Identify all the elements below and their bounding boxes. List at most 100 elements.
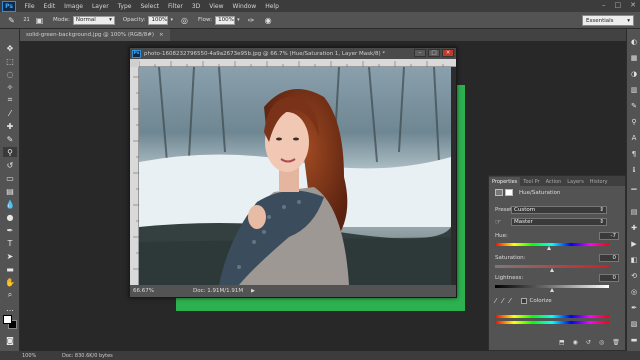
- hue-slider-thumb[interactable]: [547, 246, 552, 250]
- clone-source-panel-icon[interactable]: ⚲: [629, 117, 639, 127]
- channels-panel-icon[interactable]: ◎: [629, 287, 639, 297]
- lasso-tool-icon[interactable]: ◌: [3, 69, 17, 79]
- tab-history[interactable]: History: [587, 177, 611, 186]
- quick-mask-icon[interactable]: ◙: [3, 335, 17, 345]
- menu-edit[interactable]: Edit: [39, 3, 60, 10]
- shape-tool-icon[interactable]: ▬: [3, 264, 17, 274]
- menu-layer[interactable]: Layer: [87, 3, 113, 10]
- hue-value-field[interactable]: -7: [599, 232, 619, 240]
- photo-document-window[interactable]: Ps photo-1608232796550-4a9a2673e95b.jpg …: [129, 47, 457, 298]
- menu-image[interactable]: Image: [60, 3, 88, 10]
- paragraph-panel-icon[interactable]: ¶: [629, 149, 639, 159]
- brush-panel-icon[interactable]: ▣: [34, 15, 45, 26]
- view-previous-icon[interactable]: ◉: [573, 339, 578, 346]
- tab-layers[interactable]: Layers: [564, 177, 587, 186]
- menu-file[interactable]: File: [20, 3, 39, 10]
- saturation-value-field[interactable]: 0: [599, 254, 619, 262]
- hue-slider-track[interactable]: [495, 243, 609, 246]
- minimize-icon[interactable]: –: [602, 1, 606, 9]
- quick-select-tool-icon[interactable]: ✧: [3, 82, 17, 92]
- type-tool-icon[interactable]: T: [3, 238, 17, 248]
- photo-canvas[interactable]: [139, 67, 451, 285]
- pressure-size-icon[interactable]: ◉: [263, 15, 274, 26]
- document-tab[interactable]: solid-green-background.jpg @ 100% (RGB/8…: [20, 29, 170, 41]
- lightness-slider-thumb[interactable]: [549, 288, 554, 292]
- eyedropper-tool-icon[interactable]: ⁄: [3, 108, 17, 118]
- maximize-icon[interactable]: □: [615, 1, 622, 9]
- saturation-slider-thumb[interactable]: [549, 268, 554, 272]
- menu-select[interactable]: Select: [136, 3, 164, 10]
- workspace-dropdown[interactable]: Essentials ▾: [582, 15, 634, 26]
- layer-mask-icon[interactable]: [505, 189, 513, 196]
- path-selection-tool-icon[interactable]: ➤: [3, 251, 17, 261]
- colorize-checkbox[interactable]: [520, 298, 527, 304]
- zoom-tool-icon[interactable]: ⌕: [3, 290, 17, 300]
- adjustments-panel-icon[interactable]: ◑: [629, 69, 639, 79]
- foreground-color-swatch[interactable]: [3, 315, 12, 324]
- channel-dropdown[interactable]: Master ⇕: [511, 218, 607, 226]
- brush-tool-icon[interactable]: ✎: [3, 134, 17, 144]
- status-menu-arrow-icon[interactable]: ▶: [251, 288, 255, 294]
- tab-properties[interactable]: Properties: [489, 177, 521, 186]
- pressure-opacity-icon[interactable]: ◎: [179, 15, 190, 26]
- chevron-down-icon[interactable]: ▾: [170, 17, 173, 23]
- paths-panel-icon[interactable]: ✒: [629, 303, 639, 313]
- mode-dropdown[interactable]: Normal ▾: [72, 15, 115, 25]
- lightness-value-field[interactable]: 0: [599, 274, 619, 282]
- brush-size-label[interactable]: 21: [21, 15, 32, 26]
- gradient-tool-icon[interactable]: ▤: [3, 186, 17, 196]
- maximize-icon[interactable]: □: [428, 49, 440, 57]
- photo-window-titlebar[interactable]: Ps photo-1608232796550-4a9a2673e95b.jpg …: [130, 48, 456, 59]
- history-brush-tool-icon[interactable]: ↺: [3, 160, 17, 170]
- menu-3d[interactable]: 3D: [187, 3, 204, 10]
- opacity-field[interactable]: 100%: [148, 15, 169, 25]
- styles-panel-icon[interactable]: ▥: [629, 85, 639, 95]
- flow-field[interactable]: 100%: [215, 15, 236, 25]
- eyedropper-minus-icon[interactable]: ⁄: [509, 297, 510, 305]
- character-panel-icon[interactable]: A: [629, 133, 639, 143]
- pen-tool-icon[interactable]: ✒: [3, 225, 17, 235]
- tool-presets-panel-icon[interactable]: ✚: [629, 223, 639, 233]
- actions-panel-icon[interactable]: ▶: [629, 239, 639, 249]
- timeline-panel-icon[interactable]: ▬: [629, 335, 639, 345]
- tab-actions[interactable]: Action: [543, 177, 565, 186]
- histogram-panel-icon[interactable]: ▁: [629, 181, 639, 191]
- close-icon[interactable]: ×: [159, 32, 164, 38]
- visibility-eye-icon[interactable]: ◎: [599, 339, 604, 346]
- properties-panel-icon[interactable]: ▤: [629, 207, 639, 217]
- menu-help[interactable]: Help: [261, 3, 284, 10]
- history-panel-icon[interactable]: ⟲: [629, 271, 639, 281]
- targeted-adjustment-icon[interactable]: ☞: [495, 218, 511, 226]
- minimize-icon[interactable]: –: [414, 49, 426, 57]
- brush-panel-icon[interactable]: ✎: [629, 101, 639, 111]
- eyedropper-plus-icon[interactable]: ⁄: [502, 297, 503, 305]
- color-panel-icon[interactable]: ◐: [629, 37, 639, 47]
- close-icon[interactable]: ✕: [630, 1, 636, 9]
- clone-stamp-tool-icon[interactable]: ⚲: [3, 147, 17, 157]
- brush-tool-icon[interactable]: ✎: [6, 15, 17, 26]
- menu-window[interactable]: Window: [228, 3, 261, 10]
- crop-tool-icon[interactable]: ⌗: [3, 95, 17, 105]
- blur-tool-icon[interactable]: 💧: [3, 199, 17, 209]
- vertical-ruler[interactable]: [130, 67, 139, 285]
- swatches-panel-icon[interactable]: ▦: [629, 53, 639, 63]
- move-tool-icon[interactable]: ✥: [3, 43, 17, 53]
- healing-brush-tool-icon[interactable]: ✚: [3, 121, 17, 131]
- close-icon[interactable]: ✕: [442, 49, 454, 57]
- preset-dropdown[interactable]: Custom ⇕: [511, 206, 607, 214]
- horizontal-ruler[interactable]: [138, 59, 456, 67]
- layers-panel-icon[interactable]: ◧: [629, 255, 639, 265]
- menu-filter[interactable]: Filter: [164, 3, 188, 10]
- zoom-level[interactable]: 66.67%: [133, 288, 173, 294]
- eraser-tool-icon[interactable]: ▭: [3, 173, 17, 183]
- trash-icon[interactable]: 🗑: [612, 339, 620, 346]
- tab-tool-presets[interactable]: Tool Pr: [520, 177, 542, 186]
- status-zoom[interactable]: 100%: [22, 353, 62, 359]
- info-panel-icon[interactable]: ℹ: [629, 165, 639, 175]
- menu-view[interactable]: View: [205, 3, 228, 10]
- dodge-tool-icon[interactable]: ●: [3, 212, 17, 222]
- notes-panel-icon[interactable]: ▨: [629, 319, 639, 329]
- reset-icon[interactable]: ↺: [586, 339, 591, 346]
- airbrush-icon[interactable]: ✑: [246, 15, 257, 26]
- eyedropper-icon[interactable]: ⁄: [495, 297, 496, 305]
